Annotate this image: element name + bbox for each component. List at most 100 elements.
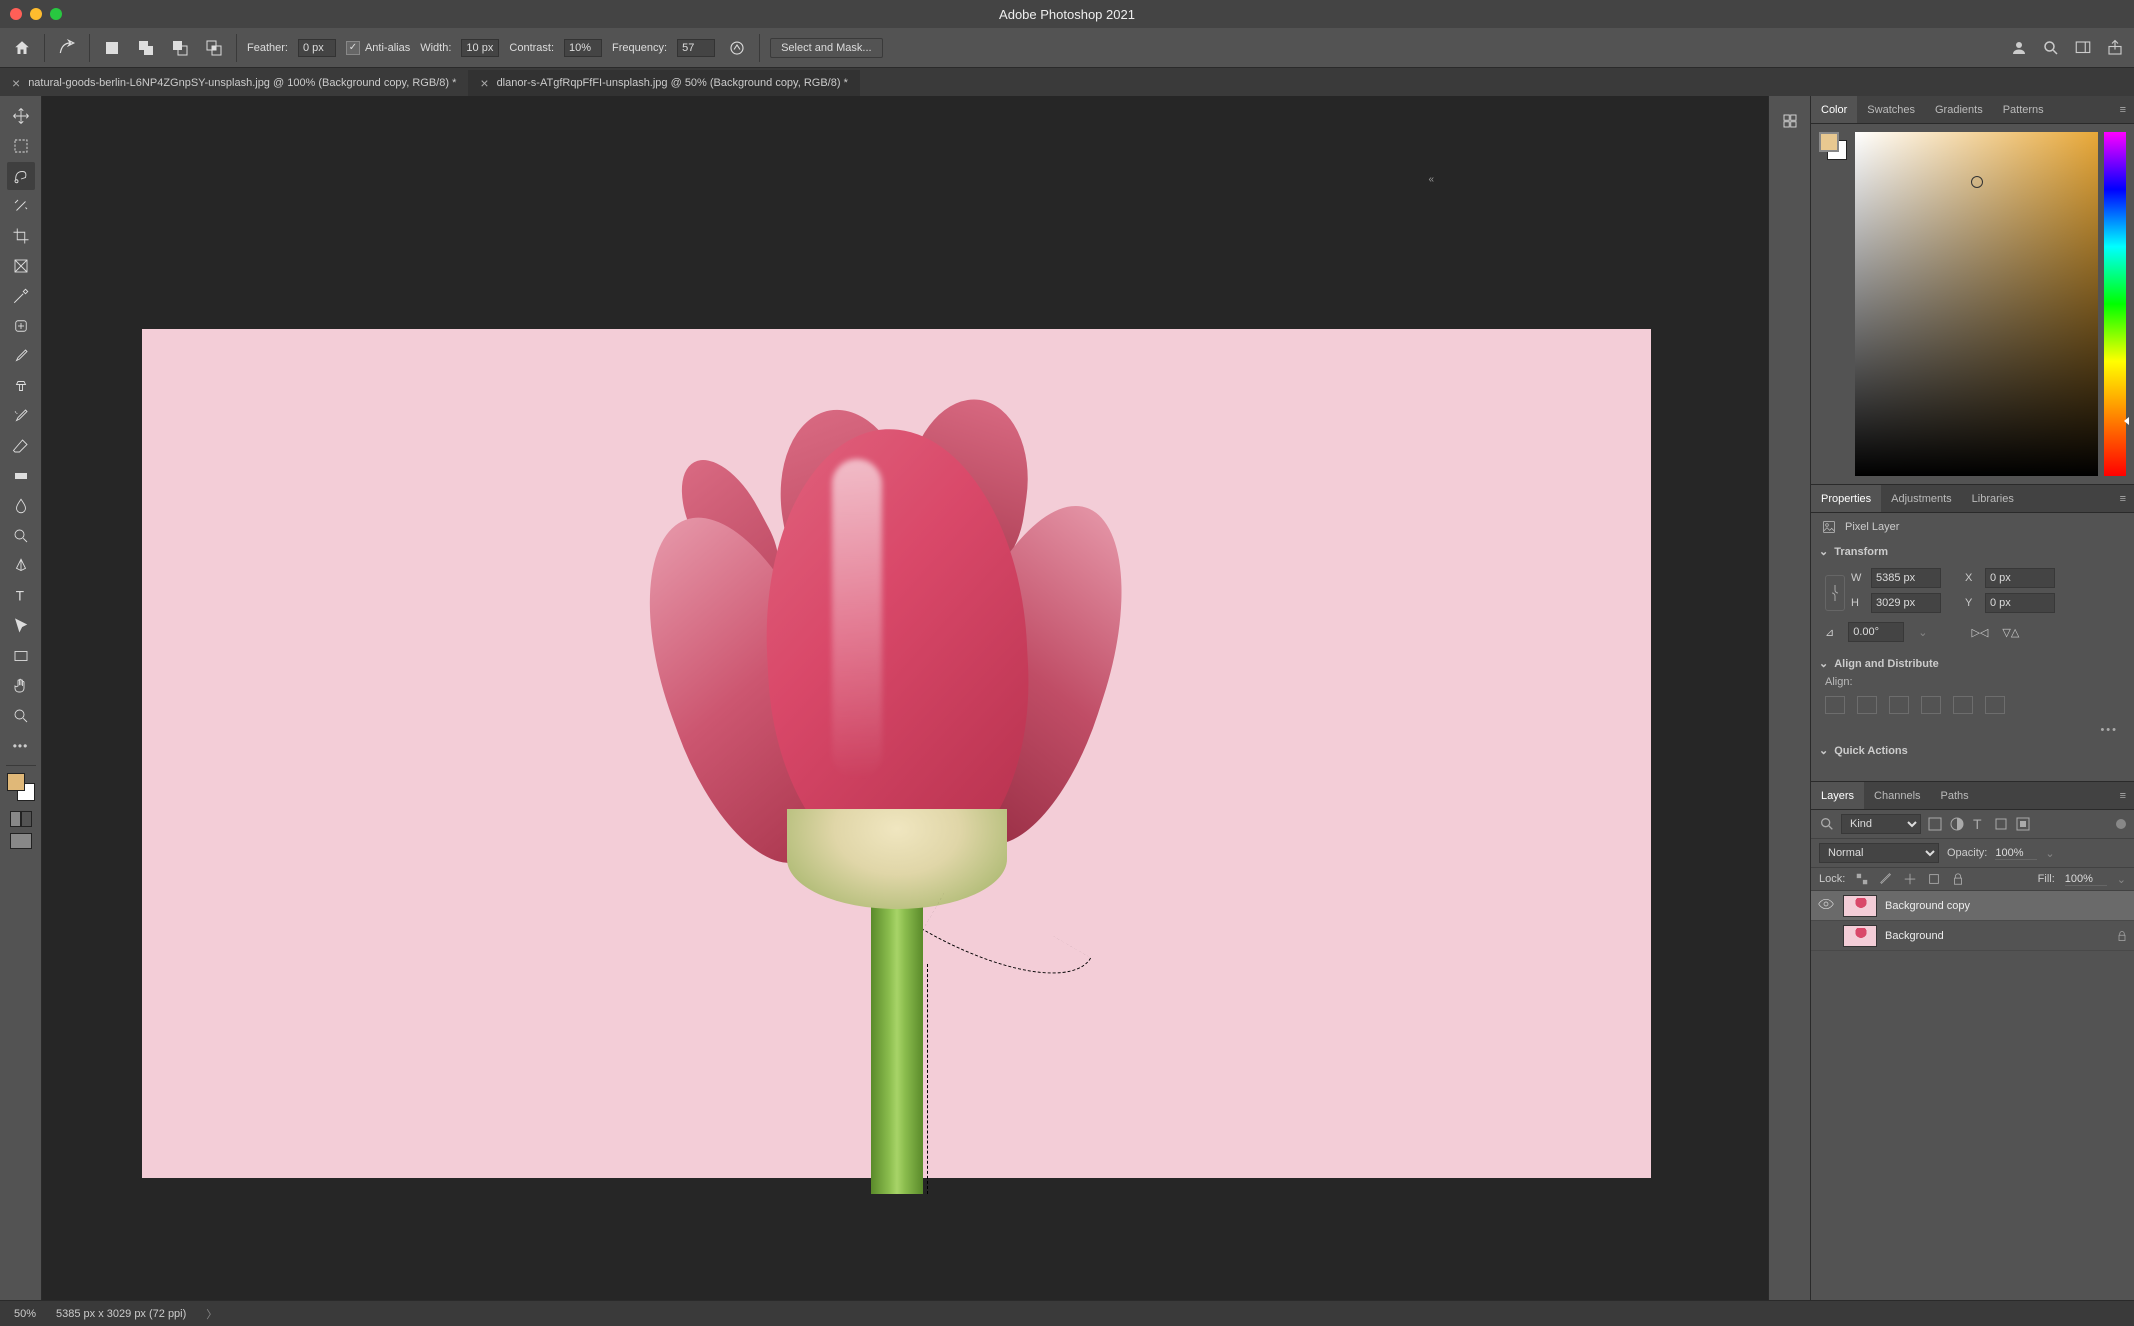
eyedropper-tool[interactable] — [7, 282, 35, 310]
fill-input[interactable] — [2065, 873, 2107, 886]
layer-item[interactable]: Background copy — [1811, 891, 2134, 921]
maximize-window-button[interactable] — [50, 8, 62, 20]
frame-tool[interactable] — [7, 252, 35, 280]
panel-menu-icon[interactable]: ≡ — [2112, 790, 2134, 802]
pen-tool[interactable] — [7, 552, 35, 580]
align-right-icon[interactable] — [1889, 696, 1909, 714]
align-left-icon[interactable] — [1825, 696, 1845, 714]
hand-tool[interactable] — [7, 672, 35, 700]
status-menu-icon[interactable]: 〉 — [206, 1306, 217, 1322]
align-bottom-icon[interactable] — [1985, 696, 2005, 714]
color-fgbg-swatches[interactable] — [1819, 132, 1847, 160]
blend-mode-select[interactable]: Normal — [1819, 843, 1939, 863]
document-canvas[interactable] — [142, 329, 1651, 1178]
layer-thumbnail[interactable] — [1843, 895, 1877, 917]
opacity-dropdown-icon[interactable]: ⌄ — [2045, 847, 2054, 860]
hue-slider[interactable] — [2104, 132, 2126, 476]
antialias-checkbox[interactable]: ✓ Anti-alias — [346, 41, 410, 55]
align-hcenter-icon[interactable] — [1857, 696, 1877, 714]
filter-type-icon[interactable]: T — [1971, 816, 1987, 832]
subtract-selection-icon[interactable] — [168, 36, 192, 60]
fill-dropdown-icon[interactable]: ⌄ — [2117, 873, 2126, 886]
height-field[interactable] — [1871, 593, 1941, 613]
tab-libraries[interactable]: Libraries — [1962, 485, 2024, 512]
lock-pixels-icon[interactable] — [1879, 872, 1893, 886]
select-and-mask-button[interactable]: Select and Mask... — [770, 38, 883, 58]
tab-patterns[interactable]: Patterns — [1993, 96, 2054, 123]
width-input[interactable] — [461, 39, 499, 57]
quick-actions-toggle[interactable]: ⌄Quick Actions — [1811, 740, 2134, 761]
screen-mode-toggle[interactable] — [10, 833, 32, 849]
close-tab-icon[interactable]: × — [12, 75, 20, 91]
cloud-docs-icon[interactable] — [2010, 39, 2028, 57]
healing-brush-tool[interactable] — [7, 312, 35, 340]
y-field[interactable] — [1985, 593, 2055, 613]
filter-smart-icon[interactable] — [2015, 816, 2031, 832]
filter-kind-select[interactable]: Kind — [1841, 814, 1921, 834]
marquee-tool[interactable] — [7, 132, 35, 160]
foreground-background-colors[interactable] — [7, 773, 35, 801]
home-button[interactable] — [10, 36, 34, 60]
share-icon[interactable] — [2106, 39, 2124, 57]
tab-layers[interactable]: Layers — [1811, 782, 1864, 809]
intersect-selection-icon[interactable] — [202, 36, 226, 60]
color-field[interactable] — [1855, 132, 2098, 476]
angle-dropdown-icon[interactable]: ⌄ — [1918, 626, 1927, 639]
pen-pressure-icon[interactable] — [725, 36, 749, 60]
align-vcenter-icon[interactable] — [1953, 696, 1973, 714]
panel-menu-icon[interactable]: ≡ — [2112, 493, 2134, 505]
tab-swatches[interactable]: Swatches — [1857, 96, 1925, 123]
tab-properties[interactable]: Properties — [1811, 485, 1881, 512]
align-section-toggle[interactable]: ⌄Align and Distribute — [1811, 653, 2134, 674]
magic-wand-tool[interactable] — [7, 192, 35, 220]
collapse-panels-icon[interactable]: « — [1428, 174, 1434, 185]
tab-color[interactable]: Color — [1811, 96, 1857, 123]
layer-thumbnail[interactable] — [1843, 925, 1877, 947]
new-selection-icon[interactable] — [100, 36, 124, 60]
link-dimensions-icon[interactable] — [1825, 575, 1845, 611]
lock-artboard-icon[interactable] — [1927, 872, 1941, 886]
collapsed-panel-icon[interactable] — [1776, 107, 1804, 135]
close-tab-icon[interactable]: × — [480, 75, 488, 91]
panel-menu-icon[interactable]: ≡ — [2112, 104, 2134, 116]
gradient-tool[interactable] — [7, 462, 35, 490]
contrast-input[interactable] — [564, 39, 602, 57]
lock-position-icon[interactable] — [1903, 872, 1917, 886]
flip-vertical-icon[interactable]: ▽△ — [2002, 626, 2019, 639]
align-top-icon[interactable] — [1921, 696, 1941, 714]
transform-section-toggle[interactable]: ⌄Transform — [1811, 541, 2134, 562]
tab-paths[interactable]: Paths — [1931, 782, 1979, 809]
blur-tool[interactable] — [7, 492, 35, 520]
feather-input[interactable] — [298, 39, 336, 57]
visibility-toggle-icon[interactable] — [1817, 898, 1835, 913]
canvas-area[interactable]: « — [42, 96, 1768, 1300]
path-selection-tool[interactable] — [7, 612, 35, 640]
x-field[interactable] — [1985, 568, 2055, 588]
filter-adjust-icon[interactable] — [1949, 816, 1965, 832]
document-tab-1[interactable]: × natural-goods-berlin-L6NP4ZGnpSY-unspl… — [0, 70, 468, 96]
doc-info[interactable]: 5385 px x 3029 px (72 ppi) — [56, 1308, 186, 1320]
clone-stamp-tool[interactable] — [7, 372, 35, 400]
zoom-level[interactable]: 50% — [14, 1308, 36, 1320]
crop-tool[interactable] — [7, 222, 35, 250]
filter-shape-icon[interactable] — [1993, 816, 2009, 832]
quick-mask-toggle[interactable] — [10, 811, 32, 827]
layer-item[interactable]: Background — [1811, 921, 2134, 951]
zoom-tool[interactable] — [7, 702, 35, 730]
flip-horizontal-icon[interactable]: ▷◁ — [1971, 626, 1988, 639]
more-options-icon[interactable]: ••• — [1811, 720, 2134, 740]
foreground-color-swatch[interactable] — [7, 773, 25, 791]
add-selection-icon[interactable] — [134, 36, 158, 60]
lock-transparency-icon[interactable] — [1855, 872, 1869, 886]
search-icon[interactable] — [2042, 39, 2060, 57]
magnetic-lasso-tool[interactable] — [7, 162, 35, 190]
tab-channels[interactable]: Channels — [1864, 782, 1930, 809]
tab-adjustments[interactable]: Adjustments — [1881, 485, 1962, 512]
history-brush-tool[interactable] — [7, 402, 35, 430]
dodge-tool[interactable] — [7, 522, 35, 550]
active-tool-icon[interactable] — [55, 36, 79, 60]
filter-toggle-icon[interactable] — [2116, 819, 2126, 829]
tab-gradients[interactable]: Gradients — [1925, 96, 1993, 123]
width-field[interactable] — [1871, 568, 1941, 588]
fg-color-swatch[interactable] — [1819, 132, 1839, 152]
